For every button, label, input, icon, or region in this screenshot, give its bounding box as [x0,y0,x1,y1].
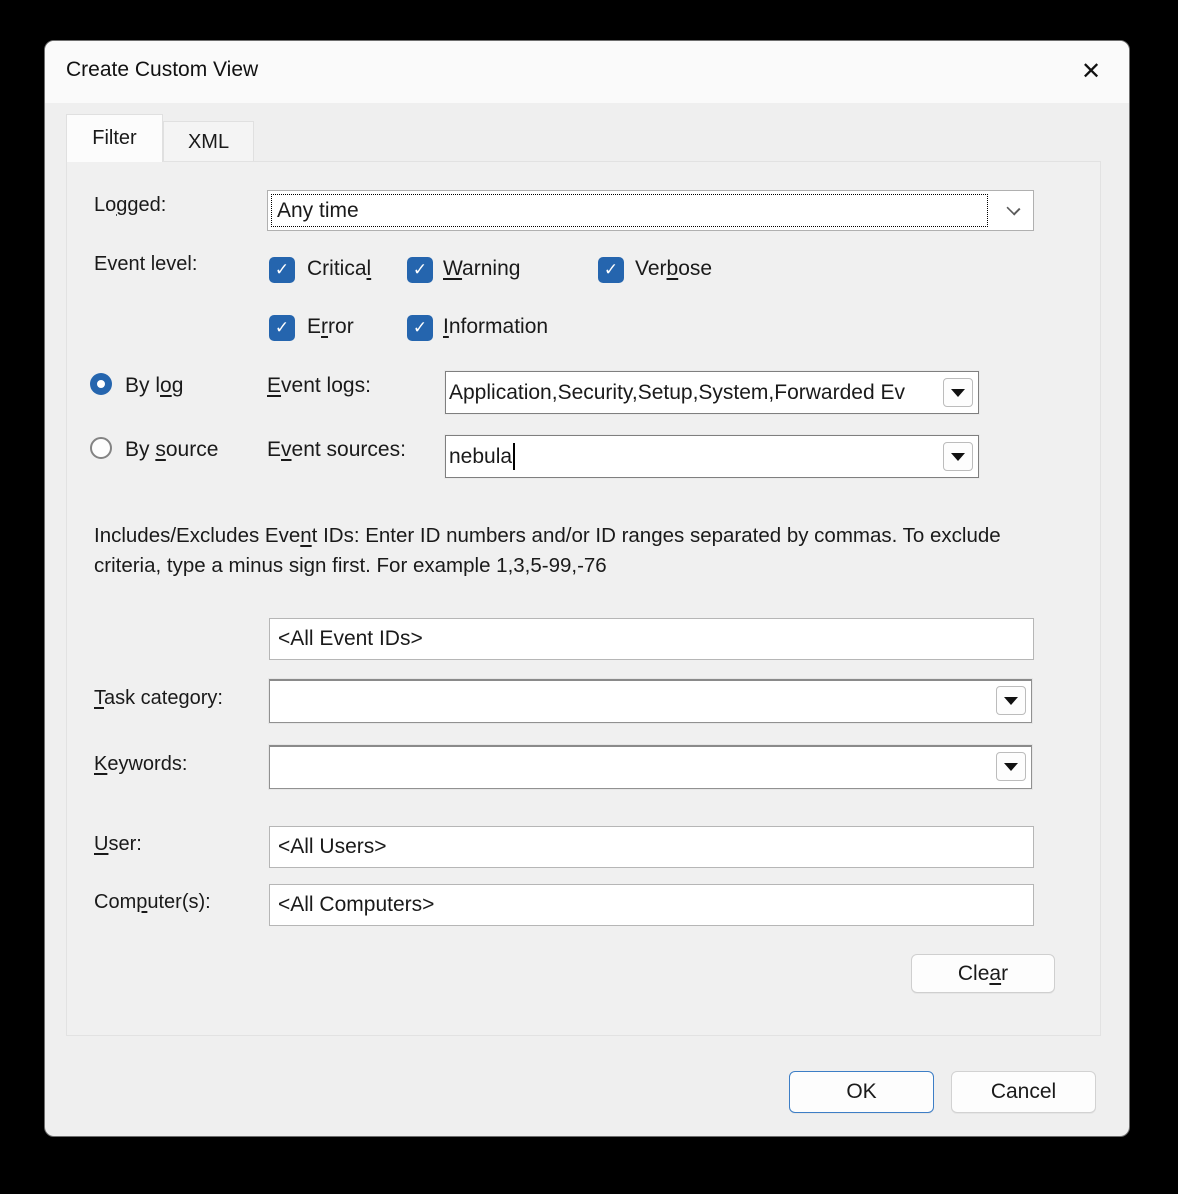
event-logs-value: Application,Security,Setup,System,Forwar… [449,372,938,413]
checkbox-error-label: Error [307,315,354,339]
check-icon: ✓ [413,319,427,336]
dialog-title: Create Custom View [66,58,258,82]
checkbox-warning-label: Warning [443,257,520,281]
dropdown-button[interactable] [996,752,1026,781]
by-log-label: By log [125,374,183,398]
event-ids-help-text: Includes/Excludes Event IDs: Enter ID nu… [94,521,1046,581]
checkbox-error[interactable]: ✓ [269,315,295,341]
check-icon: ✓ [413,261,427,278]
check-icon: ✓ [604,261,618,278]
checkbox-warning[interactable]: ✓ [407,257,433,283]
tab-filter[interactable]: Filter [66,114,163,162]
dropdown-button[interactable] [943,442,973,471]
checkbox-critical[interactable]: ✓ [269,257,295,283]
computers-input[interactable]: <All Computers> [269,884,1034,926]
checkbox-information-label: Information [443,315,548,339]
triangle-down-icon [1004,763,1018,771]
user-label: User: [94,833,142,856]
checkbox-verbose-label: Verbose [635,257,712,281]
event-sources-label: Event sources: [267,438,406,462]
event-sources-value: nebula [449,436,938,477]
create-custom-view-dialog: Create Custom View ✕ Filter XML Logged: … [44,40,1130,1137]
dropdown-button[interactable] [943,378,973,407]
ok-button[interactable]: OK [789,1071,934,1113]
cancel-button[interactable]: Cancel [951,1071,1096,1113]
task-category-label: Task category: [94,687,223,710]
computers-label: Computer(s): [94,891,211,914]
triangle-down-icon [951,389,965,397]
radio-by-log[interactable] [90,373,112,395]
logged-label: Logged: [94,194,166,217]
tab-xml[interactable]: XML [163,121,254,162]
keywords-value [274,747,989,788]
by-source-label: By source [125,438,218,462]
checkbox-verbose[interactable]: ✓ [598,257,624,283]
triangle-down-icon [1004,697,1018,705]
titlebar: Create Custom View ✕ [45,41,1129,103]
event-sources-combobox[interactable]: nebula [445,435,979,478]
text-caret [513,443,515,470]
logged-combobox[interactable]: Any time [267,190,1034,231]
clear-button[interactable]: Clear [911,954,1055,993]
task-category-value [274,681,989,722]
checkbox-critical-label: Critical [307,257,371,281]
user-input[interactable]: <All Users> [269,826,1034,868]
triangle-down-icon [951,453,965,461]
event-logs-label: Event logs: [267,374,371,398]
keywords-label: Keywords: [94,753,187,776]
logged-value: Any time [271,194,988,227]
check-icon: ✓ [275,261,289,278]
check-icon: ✓ [275,319,289,336]
filter-tab-page: Logged: Any time Event level: ✓ Critical… [66,161,1101,1036]
event-ids-input[interactable]: <All Event IDs> [269,618,1034,660]
radio-by-source[interactable] [90,437,112,459]
chevron-down-icon [1006,201,1020,215]
event-logs-combobox[interactable]: Application,Security,Setup,System,Forwar… [445,371,979,414]
keywords-combobox[interactable] [269,745,1032,789]
close-icon[interactable]: ✕ [1071,53,1111,89]
event-level-label: Event level: [94,253,197,276]
dropdown-button[interactable] [996,686,1026,715]
checkbox-information[interactable]: ✓ [407,315,433,341]
task-category-combobox[interactable] [269,679,1032,723]
